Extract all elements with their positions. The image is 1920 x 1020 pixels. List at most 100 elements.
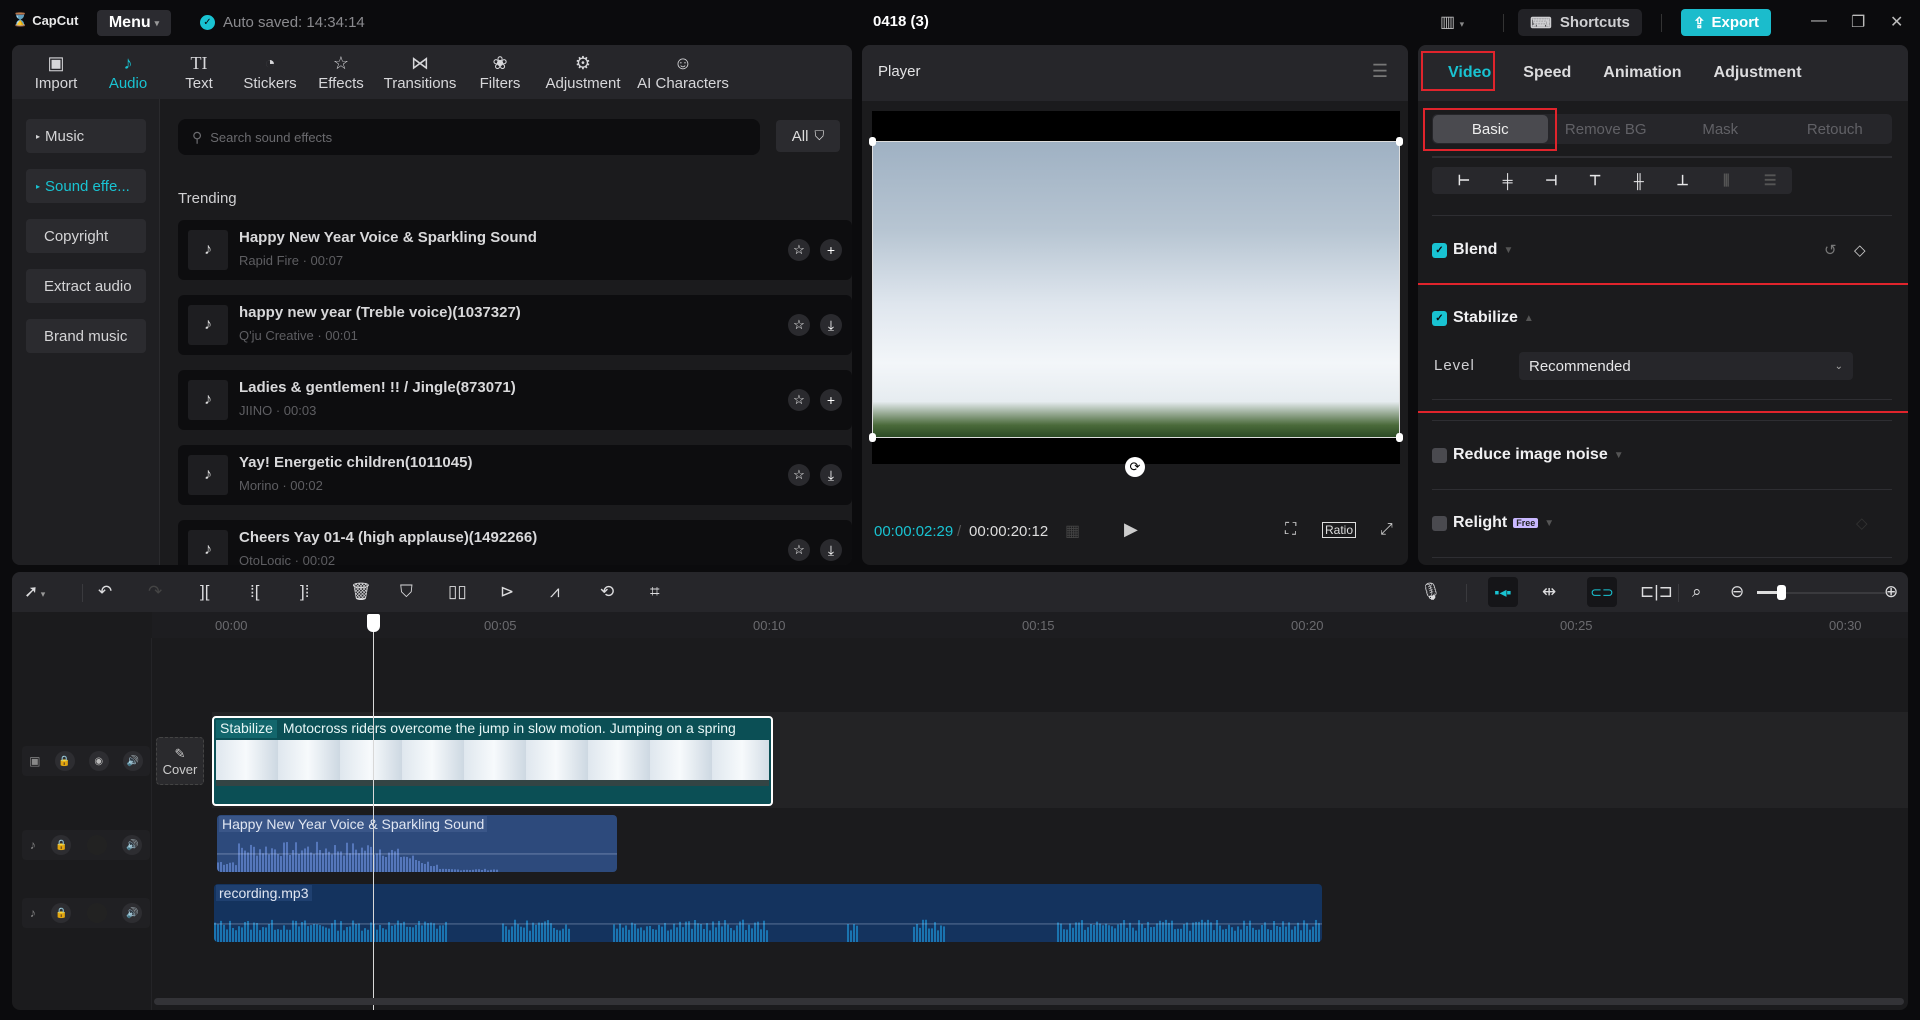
volume-icon[interactable]: 🔊 [122, 751, 143, 771]
undo-icon[interactable]: ↶ [98, 582, 112, 602]
download-icon[interactable]: ⤓ [820, 314, 842, 336]
tab-adjustment[interactable]: Adjustment [1698, 64, 1818, 82]
category-extract-audio[interactable]: Extract audio [26, 269, 146, 303]
sound-item[interactable]: ♪ Cheers Yay 01-4 (high applause)(149226… [178, 520, 852, 565]
align-right-icon[interactable]: ⊣ [1530, 172, 1574, 189]
filter-button[interactable]: All ⛉ [776, 120, 840, 152]
tab-filters[interactable]: ❀ Filters [464, 45, 536, 99]
relight-section[interactable]: Relight Free ▼ [1432, 514, 1554, 532]
reverse-icon[interactable]: ⊳ [500, 582, 514, 602]
zoom-to-fit-icon[interactable]: ⌕ [1692, 582, 1702, 602]
resize-handle[interactable] [1396, 137, 1403, 146]
redo-icon[interactable]: ↷ [148, 582, 162, 602]
keyframe-icon[interactable]: ◇ [1856, 514, 1868, 532]
blend-section[interactable]: ✓ Blend ▼ [1432, 241, 1513, 259]
resize-handle[interactable] [1396, 433, 1403, 442]
align-top-icon[interactable]: ⊤ [1573, 172, 1617, 189]
mirror-icon[interactable]: ⩘ [550, 582, 560, 602]
subtab-remove-bg[interactable]: Remove BG [1549, 114, 1664, 144]
ratio-button[interactable]: Ratio [1322, 522, 1357, 538]
split-icon[interactable]: ][ [200, 582, 209, 602]
audio-clip[interactable]: Happy New Year Voice & Sparkling Sound [217, 815, 617, 872]
video-clip[interactable]: Stabilize Motocross riders overcome the j… [212, 716, 773, 806]
minimize-button[interactable]: — [1811, 12, 1827, 30]
tab-text[interactable]: TI Text [164, 45, 234, 99]
sound-item[interactable]: ♪ Yay! Energetic children(1011045) Morin… [178, 445, 852, 505]
shortcuts-button[interactable]: ⌨ Shortcuts [1518, 9, 1642, 36]
export-button[interactable]: ⇪ Export [1681, 9, 1771, 36]
download-icon[interactable]: ⤓ [820, 539, 842, 561]
distribute-v-icon[interactable]: ☰ [1748, 172, 1792, 189]
tab-adjustment[interactable]: ⚙ Adjustment [536, 45, 630, 99]
zoom-fit-icon[interactable]: ⛶ [1285, 521, 1296, 539]
favorite-star-icon[interactable]: ☆ [788, 239, 810, 261]
delete-icon[interactable]: 🗑 [350, 582, 372, 602]
rotate-icon[interactable]: ⟳ [1125, 457, 1145, 477]
playhead-handle[interactable] [367, 614, 380, 632]
align-center-v-icon[interactable]: ╫ [1617, 173, 1661, 189]
timecode-grid-icon[interactable]: ▦ [1065, 521, 1080, 541]
sound-item[interactable]: ♪ Happy New Year Voice & Sparkling Sound… [178, 220, 852, 280]
main-track-magnet-icon[interactable]: ▪◂▪ [1488, 577, 1518, 607]
player-menu-icon[interactable]: ☰ [1372, 61, 1388, 82]
category-music[interactable]: ▸ Music [26, 119, 146, 153]
download-icon[interactable]: ⤓ [820, 464, 842, 486]
video-canvas[interactable] [869, 111, 1403, 464]
layout-button[interactable]: ▥ ▾ [1440, 12, 1464, 32]
tab-animation[interactable]: Animation [1587, 64, 1697, 82]
subtab-retouch[interactable]: Retouch [1778, 114, 1893, 144]
align-left-icon[interactable]: ⊢ [1442, 172, 1486, 189]
audio-clip[interactable]: recording.mp3 [214, 884, 1322, 942]
lock-icon[interactable]: 🔒 [54, 751, 75, 771]
fullscreen-icon[interactable]: ⤢ [1380, 521, 1393, 539]
close-button[interactable]: ✕ [1890, 12, 1903, 32]
tab-effects[interactable]: ☆ Effects [306, 45, 376, 99]
cover-button[interactable]: ✎ Cover [156, 737, 204, 785]
sound-item[interactable]: ♪ happy new year (Treble voice)(1037327)… [178, 295, 852, 355]
distribute-h-icon[interactable]: ⫼ [1705, 172, 1749, 189]
crop-icon[interactable]: ⌗ [650, 582, 660, 602]
tab-import[interactable]: ▣ Import [20, 45, 92, 99]
video-preview[interactable] [869, 137, 1403, 442]
tab-transitions[interactable]: ⋈ Transitions [376, 45, 464, 99]
zoom-in-icon[interactable]: ⊕ [1884, 582, 1898, 602]
reduce-noise-section[interactable]: Reduce image noise ▼ [1432, 446, 1624, 464]
category-brand-music[interactable]: Brand music [26, 319, 146, 353]
keyframe-icon[interactable]: ◇ [1854, 241, 1866, 259]
playhead[interactable] [373, 624, 374, 1010]
lock-icon[interactable]: 🔒 [51, 835, 72, 855]
marker-icon[interactable]: ⛉ [400, 582, 413, 602]
level-dropdown[interactable]: Recommended ⌄ [1519, 352, 1853, 380]
category-copyright[interactable]: Copyright [26, 219, 146, 253]
menu-button[interactable]: Menu ▾ [97, 10, 171, 36]
zoom-out-icon[interactable]: ⊖ [1730, 582, 1744, 602]
eye-icon[interactable]: ◉ [88, 751, 109, 771]
reduce-noise-checkbox[interactable] [1432, 447, 1447, 463]
select-tool-icon[interactable]: ➚ ▾ [24, 582, 45, 602]
subtab-mask[interactable]: Mask [1663, 114, 1778, 144]
split-left-icon[interactable]: ⁞[ [250, 582, 259, 602]
favorite-star-icon[interactable]: ☆ [788, 464, 810, 486]
tab-ai-characters[interactable]: ☺ AI Characters [630, 45, 736, 99]
freeze-icon[interactable]: ▯▯ [448, 582, 467, 602]
rotate-icon[interactable]: ⟲ [600, 582, 614, 602]
play-button[interactable]: ▶ [1124, 519, 1138, 540]
horizontal-scrollbar[interactable] [154, 998, 1904, 1005]
tab-stickers[interactable]: ◔ Stickers [234, 45, 306, 99]
microphone-icon[interactable]: 🎙 [1420, 582, 1442, 602]
search-input[interactable]: ⚲ Search sound effects [178, 119, 760, 155]
resize-handle[interactable] [869, 433, 876, 442]
add-icon[interactable]: + [820, 239, 842, 261]
split-right-icon[interactable]: ]⁞ [300, 582, 309, 602]
stabilize-section[interactable]: ✓ Stabilize ▲ [1432, 309, 1534, 327]
add-icon[interactable]: + [820, 389, 842, 411]
zoom-slider-handle[interactable] [1777, 585, 1786, 600]
category-sound-effects[interactable]: ▸ Sound effe... [26, 169, 146, 203]
favorite-star-icon[interactable]: ☆ [788, 389, 810, 411]
relight-checkbox[interactable] [1432, 515, 1447, 531]
tab-speed[interactable]: Speed [1507, 64, 1587, 82]
volume-icon[interactable]: 🔊 [122, 903, 143, 923]
maximize-button[interactable]: ❐ [1851, 12, 1865, 32]
tab-audio[interactable]: ♪ Audio [92, 45, 164, 99]
link-clips-icon[interactable]: ⊂⊃ [1587, 577, 1617, 607]
